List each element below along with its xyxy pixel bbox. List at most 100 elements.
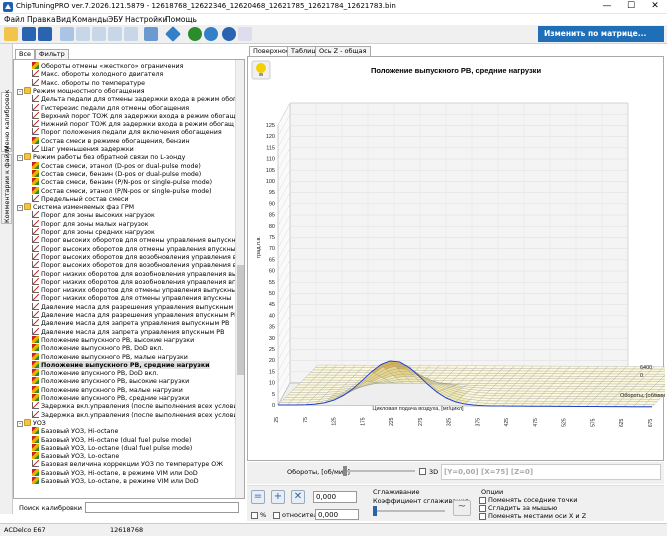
tree-item[interactable]: Порог низких оборотов для отмены управле…	[32, 294, 231, 302]
tree-item[interactable]: Состав смеси в режиме обогащения, бензин	[32, 136, 190, 145]
add-icon[interactable]: +	[271, 490, 285, 504]
menu-file[interactable]: Файл	[4, 15, 25, 24]
rpm-slider-track[interactable]	[343, 470, 415, 472]
tree-item[interactable]: Давление масла для разрешения управления…	[32, 302, 243, 311]
diamond-icon[interactable]	[165, 26, 181, 42]
tree-item[interactable]: Порог низких оборотов для отмены управле…	[32, 286, 236, 294]
tab-file-comments[interactable]: Комментарии к файлу	[1, 146, 12, 224]
compare-icon[interactable]	[144, 27, 158, 41]
menu-commands[interactable]: Команды	[72, 15, 108, 24]
tree-item[interactable]: Базовый УОЗ, Lo-octane (dual fuel pulse …	[32, 443, 192, 452]
tree-item[interactable]: Положение впускного РВ, высокие нагрузки	[32, 377, 189, 385]
collapse-icon[interactable]: -	[17, 155, 23, 162]
maximize-button[interactable]: ☐	[620, 0, 642, 13]
tree-item[interactable]: Макс. обороты по температуре	[32, 78, 145, 87]
tree-item[interactable]: Положение впускного РВ, малые нагрузки	[32, 385, 183, 394]
undo-icon[interactable]	[124, 27, 138, 41]
tree-item[interactable]: Порог высоких оборотов для отмены управл…	[32, 236, 241, 244]
smoothing-slider-track[interactable]	[375, 510, 445, 512]
tree-item[interactable]: Задержка вкл.управления (после выполнени…	[32, 410, 242, 419]
tree-group[interactable]: - Режим мощностного обогащения	[17, 86, 145, 95]
menu-ecu[interactable]: ЭБУ	[108, 15, 123, 24]
opt-mouse-checkbox[interactable]	[479, 505, 486, 512]
menu-help[interactable]: Помощь	[165, 15, 197, 24]
open-folder-icon[interactable]	[4, 27, 18, 41]
search-input[interactable]	[85, 502, 239, 513]
tree-scroll-thumb[interactable]	[237, 265, 244, 375]
tree-item[interactable]: Порог положения педали для включения обо…	[32, 128, 222, 136]
save-as-icon[interactable]	[38, 27, 52, 41]
tree-item[interactable]: Гистерезис педали для отмены обогащения	[32, 103, 189, 112]
paste-icon[interactable]	[108, 27, 122, 41]
tree-item[interactable]: Состав смеси, бензин (D-pos or dual-puls…	[32, 169, 201, 178]
tree-item[interactable]: Положение впускного РВ, DoD вкл.	[32, 369, 158, 377]
opt-swap-checkbox[interactable]	[479, 513, 486, 520]
tree-group[interactable]: - УОЗ	[17, 418, 46, 427]
tree-item[interactable]: Задержка вкл.управления (после выполнени…	[32, 402, 242, 410]
tree-item[interactable]: Состав смеси, этанол (P/N-pos or single-…	[32, 186, 212, 195]
save-icon[interactable]	[22, 27, 36, 41]
info-icon[interactable]	[238, 27, 252, 41]
relative-checkbox[interactable]	[273, 512, 280, 519]
copy-icon[interactable]	[92, 27, 106, 41]
threed-checkbox[interactable]	[419, 468, 426, 475]
tree-item[interactable]: Порог для зоны средних нагрузок	[32, 228, 155, 236]
tree-item[interactable]: Базовый УОЗ, Lo-octane, в режиме VIM или…	[32, 477, 199, 485]
tree-group[interactable]: - Система изменяемых фаз ГРМ	[17, 203, 134, 212]
tree-item[interactable]: Базовый УОЗ, Hi-octane (dual fuel pulse …	[32, 435, 191, 444]
tree-item[interactable]: Положение впускного РВ, средние нагрузки	[32, 394, 189, 402]
close-button[interactable]: ✕	[644, 0, 666, 13]
minimize-button[interactable]: —	[596, 0, 618, 13]
tree-item[interactable]: Шаг уменьшения задержки	[32, 145, 134, 153]
tree-item[interactable]: Базовая величина коррекции УОЗ по темпер…	[32, 460, 223, 468]
tree-item[interactable]: Базовый УОЗ, Lo-octane	[32, 452, 119, 460]
tree-item[interactable]: Верхний порог ТОЖ для задержки входа в р…	[32, 111, 235, 120]
tree-item[interactable]: Состав смеси, бензин (P/N-pos or single-…	[32, 178, 212, 186]
tree-item[interactable]: Базовый УОЗ, Hi-octane, в режиме VIM или…	[32, 468, 198, 477]
tree-item[interactable]: Положение выпускного РВ, малые нагрузки	[32, 352, 188, 361]
tree-item[interactable]: Порог низких оборотов для возобновления …	[32, 269, 237, 278]
connect-icon[interactable]	[188, 27, 202, 41]
tree-item[interactable]: Положение выпускного РВ, средние нагрузк…	[32, 360, 210, 369]
opt-neighbor-checkbox[interactable]	[479, 497, 486, 504]
tool-icon[interactable]	[60, 27, 74, 41]
tree-item[interactable]: Давление масла для запрета управления вп…	[32, 327, 224, 336]
tree-scrollbar[interactable]	[235, 60, 244, 498]
tree-item[interactable]: Нижний порог ТОЖ для задержки входа в ре…	[32, 120, 234, 128]
tree-item[interactable]: Порог для зоны малых нагрузок	[32, 219, 149, 228]
relative-input[interactable]: 0,000	[315, 509, 359, 520]
help-icon[interactable]	[222, 27, 236, 41]
menu-settings[interactable]: Настройки	[125, 15, 167, 24]
tab-calibration-menu[interactable]: Меню калибровок	[1, 89, 12, 152]
tree-item[interactable]: Базовый УОЗ, Hi-octane	[32, 427, 118, 435]
tree-item[interactable]: Дельта педали для отмены задержки входа …	[32, 95, 244, 103]
tab-filter[interactable]: Фильтр	[35, 49, 69, 59]
tree-item[interactable]: Положение выпускного РВ, высокие нагрузк…	[32, 335, 194, 344]
change-by-matrix-button[interactable]: Изменить по матрице...	[538, 26, 664, 42]
tree-item[interactable]: Порог для зоны высоких нагрузок	[32, 211, 155, 219]
smooth-icon[interactable]: ~	[453, 500, 471, 516]
collapse-icon[interactable]: -	[17, 88, 23, 95]
tree-item[interactable]: Положение выпускного РВ, DoD вкл.	[32, 344, 163, 352]
lightbulb-icon[interactable]	[251, 60, 271, 80]
tab-all[interactable]: Все	[15, 49, 36, 59]
rpm-slider-thumb[interactable]	[343, 466, 347, 476]
tree-item[interactable]: Давление масла для разрешения управления…	[32, 311, 238, 319]
collapse-icon[interactable]: -	[17, 205, 23, 212]
tree-item[interactable]: Порог низких оборотов для возобновления …	[32, 277, 236, 286]
tree-group[interactable]: - Режим работы без обратной связи по L-зо…	[17, 153, 185, 162]
tree-item[interactable]: Макс. обороты холодного двигателя	[32, 70, 163, 78]
multiply-icon[interactable]: ✕	[291, 490, 305, 504]
tree-item[interactable]: Обороты отмены «жесткого» ограничения	[32, 62, 183, 70]
tab-z-axis-common[interactable]: Ось Z - общая	[315, 46, 371, 56]
menu-edit[interactable]: Правка	[27, 15, 56, 24]
tree-item[interactable]: Давление масла для запрета управления вы…	[32, 319, 229, 327]
tree-item[interactable]: Порог высоких оборотов для отмены управл…	[32, 244, 236, 253]
cut-icon[interactable]	[76, 27, 90, 41]
tree-item[interactable]: Предельный состав смеси	[32, 194, 128, 203]
tree-item[interactable]: Состав смеси, этанол (D-pos or dual-puls…	[32, 161, 201, 170]
search-icon[interactable]	[204, 27, 218, 41]
tree-item[interactable]: Порог высоких оборотов для возобновления…	[32, 252, 241, 261]
value-input[interactable]: 0,000	[313, 491, 357, 503]
smoothing-slider-thumb[interactable]	[373, 506, 377, 516]
